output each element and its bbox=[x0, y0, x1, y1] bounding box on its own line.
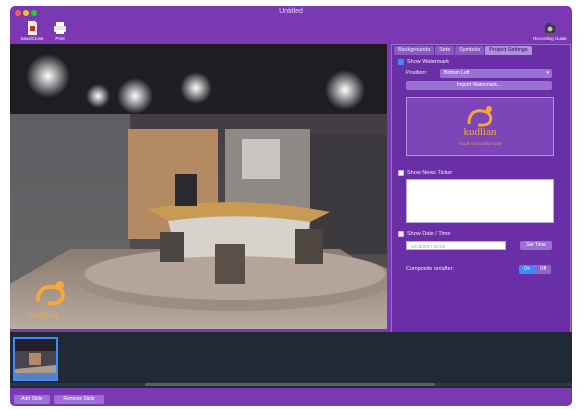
show-news-ticker-label: Show News Ticker bbox=[407, 170, 453, 176]
composite-off-option[interactable]: Off bbox=[535, 265, 551, 274]
printer-icon bbox=[53, 20, 67, 36]
composite-toggle[interactable]: On Off bbox=[519, 265, 551, 274]
print-label: Print bbox=[55, 36, 65, 41]
import-watermark-button[interactable]: Import Watermark... bbox=[406, 81, 552, 90]
show-watermark-row[interactable]: Show Watermark bbox=[398, 59, 449, 65]
show-news-ticker-row[interactable]: Show News Ticker bbox=[398, 170, 452, 176]
composite-on-option[interactable]: On bbox=[519, 265, 535, 274]
tab-backgrounds[interactable]: Backgrounds bbox=[394, 46, 435, 55]
filmstrip-scrollbar[interactable] bbox=[10, 383, 572, 386]
show-date-time-label: Show Date / Time bbox=[407, 231, 451, 237]
tab-sets[interactable]: Sets bbox=[435, 46, 455, 55]
bottom-bar: Add Slide Remove Slide bbox=[10, 388, 572, 406]
position-value: Bottom Left bbox=[444, 70, 470, 76]
tab-project-settings[interactable]: Project Settings bbox=[485, 46, 532, 55]
camera-icon bbox=[543, 20, 557, 36]
recording-guide-button[interactable]: Recording Guide bbox=[530, 20, 570, 41]
show-date-time-row[interactable]: Show Date / Time bbox=[398, 231, 450, 237]
tab-symbols[interactable]: Symbols bbox=[455, 46, 485, 55]
canvas-watermark-text: kudlian bbox=[28, 310, 58, 321]
chevron-down-icon: ▾ bbox=[546, 70, 549, 76]
watermark-brand: kudlian bbox=[463, 126, 497, 138]
position-label: Position: bbox=[406, 70, 428, 76]
canvas-watermark: kudlian bbox=[28, 279, 78, 321]
date-time-field[interactable]: 12/18/2017 20:26 bbox=[406, 241, 506, 250]
position-select[interactable]: Bottom Left ▾ bbox=[440, 69, 552, 78]
print-button[interactable]: Print bbox=[40, 20, 80, 41]
settings-panel: Backgrounds Sets Symbols Project Setting… bbox=[391, 44, 571, 334]
set-time-button[interactable]: Set Time bbox=[520, 241, 552, 250]
studio-preview-canvas[interactable]: kudlian bbox=[10, 44, 387, 329]
news-ticker-text-area[interactable] bbox=[406, 179, 554, 223]
show-date-time-checkbox[interactable] bbox=[398, 231, 404, 237]
title-bar: Untitled bbox=[10, 6, 572, 20]
composite-row: Composite on/after: bbox=[406, 266, 454, 272]
window-title: Untitled bbox=[279, 8, 303, 15]
slide-filmstrip[interactable] bbox=[10, 332, 572, 388]
watermark-preview: kudlian YOUR SITE WEB PAGE bbox=[406, 97, 554, 156]
show-news-ticker-checkbox[interactable] bbox=[398, 170, 404, 176]
recording-guide-label: Recording Guide bbox=[533, 36, 567, 41]
watermark-tagline: YOUR SITE WEB PAGE bbox=[458, 141, 502, 146]
slide-thumbnail-image bbox=[15, 339, 56, 379]
show-watermark-label: Show Watermark bbox=[407, 59, 449, 65]
position-row: Position: bbox=[406, 70, 427, 76]
add-slide-button[interactable]: Add Slide bbox=[14, 395, 50, 404]
slide-thumbnail[interactable] bbox=[13, 337, 58, 381]
save-icon bbox=[25, 20, 39, 36]
app-window: Untitled Save/Close Print Recording Guid… bbox=[10, 6, 572, 406]
watermark-logo-icon bbox=[467, 106, 493, 127]
show-watermark-checkbox[interactable] bbox=[398, 59, 404, 65]
remove-slide-button[interactable]: Remove Slide bbox=[54, 395, 104, 404]
kudlian-logo-icon bbox=[36, 281, 65, 306]
settings-tabs: Backgrounds Sets Symbols Project Setting… bbox=[394, 46, 532, 56]
composite-label: Composite on/after: bbox=[406, 266, 454, 272]
filmstrip-scroll-knob[interactable] bbox=[145, 383, 435, 386]
